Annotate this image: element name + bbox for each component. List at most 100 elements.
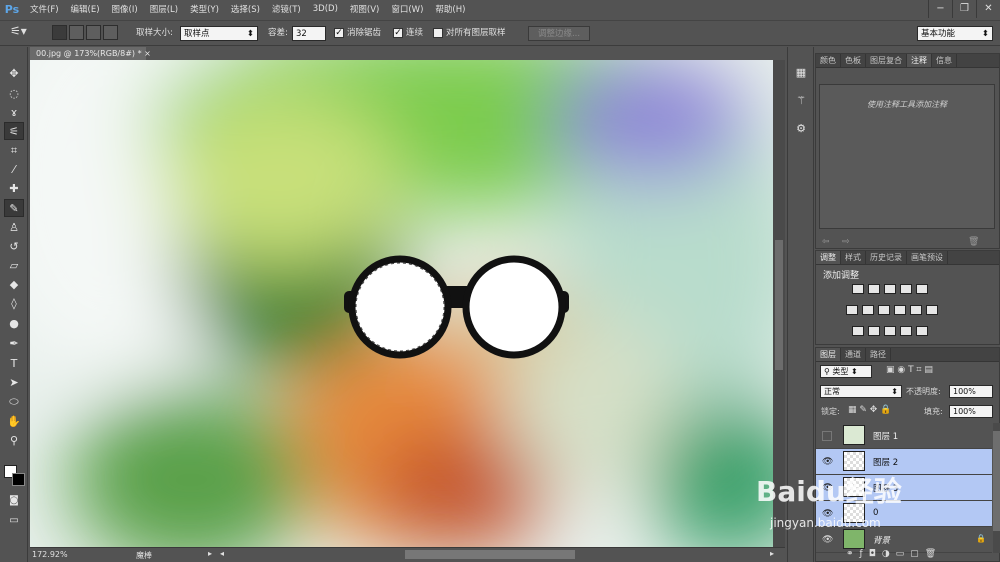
move-tool-icon[interactable]: ✥ [4,65,24,83]
menu-edit[interactable]: 编辑(E) [65,3,106,15]
fill-input[interactable]: 100% [949,405,993,418]
lock-icons[interactable]: ▦ ✎ ✥ 🔒 [848,405,891,415]
antialias-checkbox[interactable]: ✓ 消除锯齿 [334,26,381,41]
new-selection-icon[interactable] [52,25,67,40]
hand-tool-icon[interactable]: ✋ [4,413,24,431]
menu-filter[interactable]: 滤镜(T) [266,3,307,15]
horizontal-scroll-thumb[interactable] [405,550,575,559]
tab-notes[interactable]: 注释 [907,54,932,67]
exposure-icon[interactable] [900,284,912,294]
layer-actions[interactable]: ⚭ƒ◘◑▭▢🗑 [846,549,942,559]
magic-wand-preset-icon[interactable]: ⚟▾ [10,24,27,39]
eye-icon[interactable]: 👁 [822,535,833,545]
refine-edge-button[interactable]: 调整边缘... [528,26,590,41]
blend-mode-select[interactable]: 正常 ⬍ [820,385,902,398]
sample-size-select[interactable]: 取样点 ⬍ [180,26,258,41]
document-canvas[interactable] [30,60,773,547]
subtract-selection-icon[interactable] [86,25,101,40]
healing-brush-tool-icon[interactable]: ✚ [4,180,24,198]
tab-adjustments[interactable]: 调整 [816,251,841,264]
menu-select[interactable]: 选择(S) [225,3,266,15]
layer-filter-icons[interactable]: ▣ ◉ T ⌗ ▤ [886,365,933,375]
minimize-icon[interactable]: − [928,0,952,18]
type-tool-icon[interactable]: T [4,355,24,373]
prev-note-icon[interactable]: ⇦ [822,237,830,247]
tab-brush-presets[interactable]: 画笔预设 [907,251,948,264]
opacity-input[interactable]: 100% [949,385,993,398]
menu-type[interactable]: 类型(Y) [184,3,225,15]
selective-color-icon[interactable] [900,326,912,336]
tolerance-input[interactable]: 32 [292,26,326,41]
document-tab[interactable]: 00.jpg @ 173%(RGB/8#) * × [30,47,151,60]
screen-mode-icon[interactable]: ▭ [4,512,24,530]
color-balance-icon[interactable] [862,305,874,315]
channel-mixer-icon[interactable] [910,305,922,315]
quick-mask-icon[interactable]: ◙ [4,492,24,510]
dodge-tool-icon[interactable]: ● [4,315,24,333]
close-icon[interactable]: ✕ [976,0,1000,18]
layers-scrollbar[interactable] [993,423,1000,553]
brightness-icon[interactable] [852,284,864,294]
tab-swatches[interactable]: 色板 [841,54,866,67]
eyedropper-tool-icon[interactable]: ⁄ [4,161,24,179]
brush-tool-icon[interactable]: ✎ [4,199,24,217]
eraser-tool-icon[interactable]: ▱ [4,257,24,275]
path-selection-tool-icon[interactable]: ➤ [4,374,24,392]
tab-history[interactable]: 历史记录 [866,251,907,264]
sample-all-layers-checkbox[interactable]: 对所有图层取样 [433,26,506,41]
blur-tool-icon[interactable]: ◊ [4,295,24,313]
brush-panel-icon[interactable]: ⚚ [793,93,809,109]
scroll-left-icon[interactable]: ◂ [220,549,224,558]
menu-window[interactable]: 窗口(W) [385,3,429,15]
tab-info[interactable]: 信息 [932,54,957,67]
posterize-icon[interactable] [868,326,880,336]
zoom-tool-icon[interactable]: ⚲ [4,432,24,450]
properties-panel-icon[interactable]: ⚙ [793,121,809,137]
crop-tool-icon[interactable]: ⌗ [4,142,24,160]
history-brush-tool-icon[interactable]: ↺ [4,238,24,256]
status-menu-icon[interactable]: ▸ [208,549,212,558]
tab-layers[interactable]: 图层 [816,348,841,361]
next-note-icon[interactable]: ⇨ [842,237,850,247]
tab-channels[interactable]: 通道 [841,348,866,361]
delete-note-icon[interactable]: 🗑 [968,237,979,247]
add-selection-icon[interactable] [69,25,84,40]
black-white-icon[interactable] [878,305,890,315]
invert-icon[interactable] [852,326,864,336]
close-tab-icon[interactable]: × [144,49,151,58]
menu-file[interactable]: 文件(F) [24,3,65,15]
tab-color[interactable]: 颜色 [816,54,841,67]
workspace-select[interactable]: 基本功能 ⬍ [917,26,993,41]
restore-icon[interactable]: ❐ [952,0,976,18]
eye-icon[interactable]: 👁 [822,457,833,467]
intersect-selection-icon[interactable] [103,25,118,40]
background-color-swatch[interactable] [12,473,25,486]
menu-image[interactable]: 图像(I) [106,3,144,15]
tab-layer-comps[interactable]: 图层复合 [866,54,907,67]
levels-icon[interactable] [868,284,880,294]
photo-filter-icon[interactable] [894,305,906,315]
pen-tool-icon[interactable]: ✒ [4,335,24,353]
tab-styles[interactable]: 样式 [841,251,866,264]
menu-layer[interactable]: 图层(L) [144,3,184,15]
vertical-scroll-thumb[interactable] [775,240,783,370]
layer-row-1[interactable]: 图层 1 [816,423,992,449]
character-panel-icon[interactable]: ▦ [793,65,809,81]
layers-scroll-thumb[interactable] [993,431,1000,531]
paint-bucket-tool-icon[interactable]: ◆ [4,276,24,294]
tab-paths[interactable]: 路径 [866,348,891,361]
menu-3d[interactable]: 3D(D) [307,4,344,14]
curves-icon[interactable] [884,284,896,294]
vibrance-icon[interactable] [916,284,928,294]
threshold-icon[interactable] [884,326,896,336]
clone-stamp-tool-icon[interactable]: ♙ [4,219,24,237]
color-lookup-icon[interactable] [926,305,938,315]
layer-filter-select[interactable]: ⚲ 类型 ⬍ [820,365,872,378]
contiguous-checkbox[interactable]: ✓ 连续 [393,26,423,41]
scroll-right-icon[interactable]: ▸ [770,549,774,558]
menu-view[interactable]: 视图(V) [344,3,385,15]
marquee-tool-icon[interactable]: ◌ [4,85,24,103]
gradient-map-icon[interactable] [916,326,928,336]
lasso-tool-icon[interactable]: ɤ [4,104,24,122]
visibility-toggle-off[interactable] [822,431,832,441]
